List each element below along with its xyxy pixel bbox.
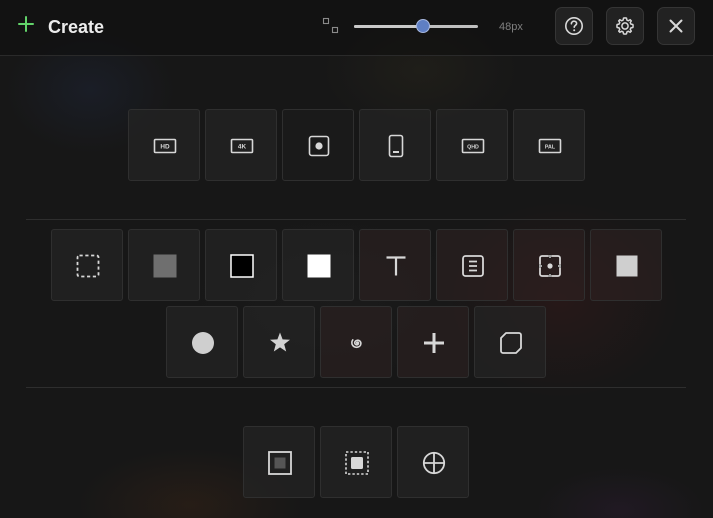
- size-value: 48px: [499, 21, 523, 33]
- page-title: Create: [48, 17, 105, 37]
- dot-frame-button[interactable]: [513, 229, 585, 301]
- hd-label: HD: [160, 144, 170, 151]
- text-box-icon: [462, 255, 484, 277]
- black-square-icon: [230, 254, 254, 278]
- qhd-button[interactable]: QHD: [436, 109, 508, 181]
- dashed-rect-button[interactable]: [51, 229, 123, 301]
- dashed-rect-icon: [76, 254, 100, 278]
- slider-fill: [354, 25, 424, 28]
- record-icon: [308, 135, 330, 157]
- gray-square-button[interactable]: [128, 229, 200, 301]
- black-square-button[interactable]: [205, 229, 277, 301]
- gear-icon: [616, 17, 634, 35]
- dashed-inner-square-icon: [345, 451, 369, 475]
- rounded-square-icon: [500, 332, 522, 354]
- 4k-label: 4K: [238, 144, 247, 151]
- spiral-button[interactable]: [320, 306, 392, 378]
- close-button[interactable]: [657, 7, 695, 45]
- gray-square-icon: [153, 254, 177, 278]
- dot-frame-icon: [538, 254, 562, 278]
- plus-icon[interactable]: [16, 14, 36, 34]
- crosshair-icon: [422, 451, 446, 475]
- phone-icon: [388, 134, 404, 158]
- pal-label: PAL: [545, 144, 556, 150]
- qhd-icon: QHD: [461, 138, 485, 154]
- section-divider: [26, 387, 686, 388]
- star-icon: [270, 332, 290, 352]
- star-button[interactable]: [243, 306, 315, 378]
- white-square-button[interactable]: [282, 229, 354, 301]
- settings-button[interactable]: [606, 7, 644, 45]
- qhd-label: QHD: [467, 144, 479, 150]
- close-icon: [669, 19, 683, 33]
- light-square-button[interactable]: [590, 229, 662, 301]
- hd-icon: HD: [153, 138, 177, 154]
- spiral-icon: [351, 339, 362, 349]
- cross-button[interactable]: [397, 306, 469, 378]
- pal-icon: PAL: [538, 138, 562, 154]
- text-button[interactable]: [359, 229, 431, 301]
- cross-icon: [424, 333, 444, 353]
- circle-icon: [192, 332, 214, 354]
- pal-button[interactable]: PAL: [513, 109, 585, 181]
- phone-button[interactable]: [359, 109, 431, 181]
- 4k-button[interactable]: 4K: [205, 109, 277, 181]
- help-button[interactable]: [555, 7, 593, 45]
- light-square-icon: [616, 255, 638, 277]
- record-button[interactable]: [282, 109, 354, 181]
- dashed-inner-square-button[interactable]: [320, 426, 392, 498]
- resize-icon: [322, 17, 339, 34]
- white-square-icon: [307, 254, 331, 278]
- inner-square-icon: [268, 451, 292, 475]
- circle-button[interactable]: [166, 306, 238, 378]
- help-icon: [565, 17, 583, 35]
- text-icon: [386, 256, 406, 276]
- header-bar: Create 48px: [0, 0, 713, 56]
- crosshair-button[interactable]: [397, 426, 469, 498]
- size-slider[interactable]: [354, 18, 478, 36]
- slider-thumb[interactable]: [416, 19, 431, 33]
- 4k-icon: 4K: [230, 138, 254, 154]
- inner-square-button[interactable]: [243, 426, 315, 498]
- section-divider: [26, 219, 686, 220]
- rounded-square-button[interactable]: [474, 306, 546, 378]
- text-box-button[interactable]: [436, 229, 508, 301]
- hd-button[interactable]: HD: [128, 109, 200, 181]
